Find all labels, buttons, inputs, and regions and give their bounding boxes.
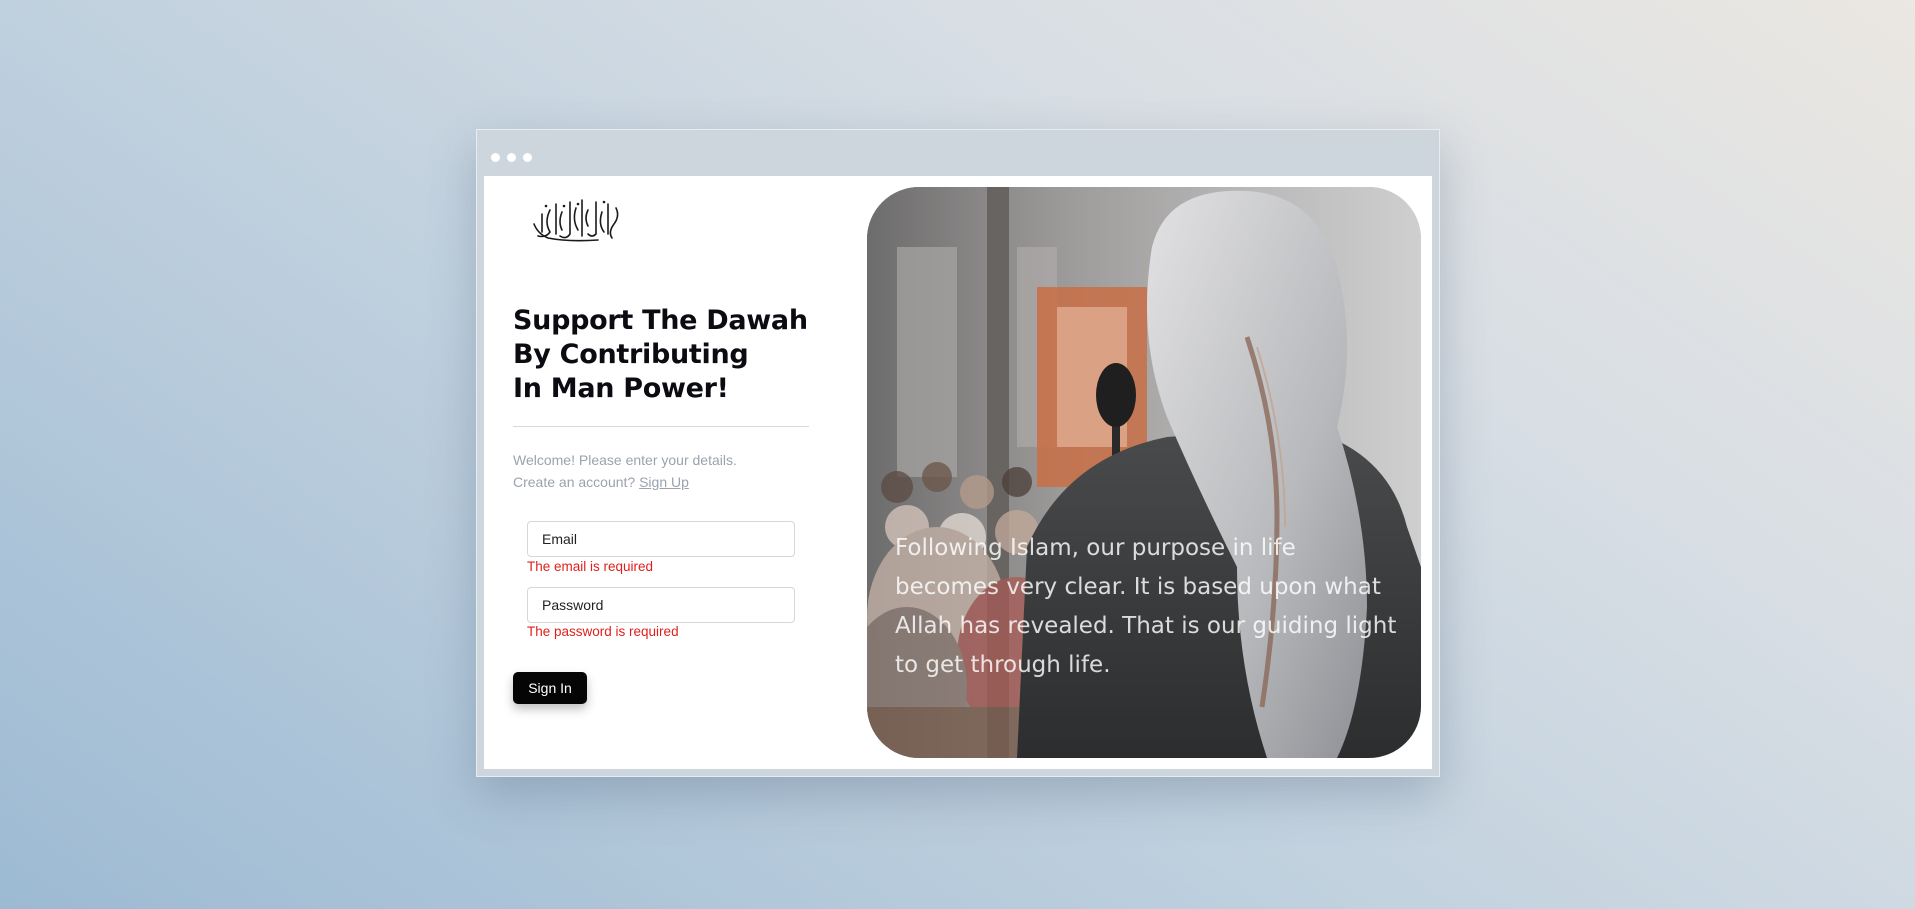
- sign-up-link[interactable]: Sign Up: [639, 474, 689, 490]
- email-error: The email is required: [527, 559, 654, 574]
- create-account-prefix: Create an account?: [513, 474, 636, 490]
- email-field[interactable]: [527, 521, 795, 557]
- window-dot-icon[interactable]: [523, 153, 532, 162]
- password-error: The password is required: [527, 624, 679, 639]
- welcome-text: Welcome! Please enter your details.: [513, 452, 737, 468]
- browser-window: Support The Dawah By Contributing In Man…: [476, 129, 1440, 777]
- hero-image: Following Islam, our purpose in life bec…: [867, 187, 1421, 758]
- divider: [513, 426, 809, 427]
- calligraphy-logo-icon: [533, 199, 619, 242]
- page-content: Support The Dawah By Contributing In Man…: [484, 176, 1432, 769]
- sign-in-button[interactable]: Sign In: [513, 672, 587, 704]
- window-titlebar: [477, 130, 1439, 176]
- create-account-text: Create an account? Sign Up: [513, 471, 689, 493]
- window-dot-icon[interactable]: [507, 153, 516, 162]
- window-dot-icon[interactable]: [491, 153, 500, 162]
- password-field[interactable]: [527, 587, 795, 623]
- logo: [528, 194, 624, 246]
- hero-quote: Following Islam, our purpose in life bec…: [895, 535, 1397, 678]
- page-title: Support The Dawah By Contributing In Man…: [513, 305, 808, 404]
